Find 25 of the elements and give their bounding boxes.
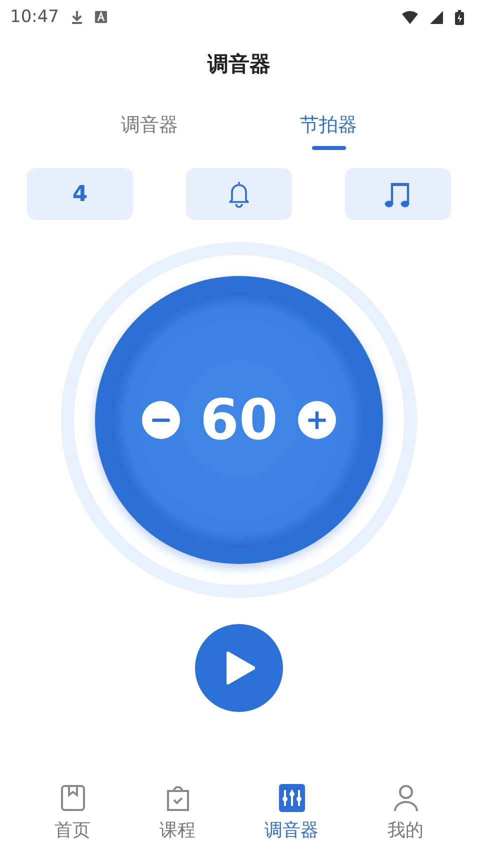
person-icon bbox=[392, 784, 418, 812]
decrease-button[interactable]: − bbox=[142, 401, 180, 439]
bell-icon bbox=[228, 180, 250, 208]
signal-icon bbox=[430, 10, 443, 24]
nav-item[interactable]: 课程 bbox=[152, 784, 204, 842]
status-time: 10:47 bbox=[10, 7, 59, 27]
book-icon bbox=[60, 784, 86, 812]
tuner-icon bbox=[278, 784, 304, 812]
notification-icon bbox=[95, 11, 107, 23]
sound-button[interactable] bbox=[186, 168, 292, 220]
play-icon bbox=[225, 651, 255, 685]
wifi-icon bbox=[402, 10, 418, 24]
download-icon bbox=[71, 10, 83, 24]
battery-icon bbox=[455, 10, 464, 24]
tab[interactable]: 调音器 bbox=[113, 108, 186, 150]
nav-item[interactable]: 调音器 bbox=[256, 784, 326, 842]
page-title: 调音器 bbox=[206, 51, 272, 78]
nav-item[interactable]: 我的 bbox=[380, 784, 432, 842]
bag-icon bbox=[164, 784, 190, 812]
increase-button[interactable]: + bbox=[298, 401, 336, 439]
nav-item[interactable]: 首页 bbox=[46, 784, 98, 842]
tab[interactable]: 节拍器 bbox=[292, 108, 365, 150]
note-button[interactable] bbox=[345, 168, 451, 220]
tempo-value: 60 bbox=[200, 388, 278, 452]
beats-button[interactable]: 4 bbox=[27, 168, 133, 220]
